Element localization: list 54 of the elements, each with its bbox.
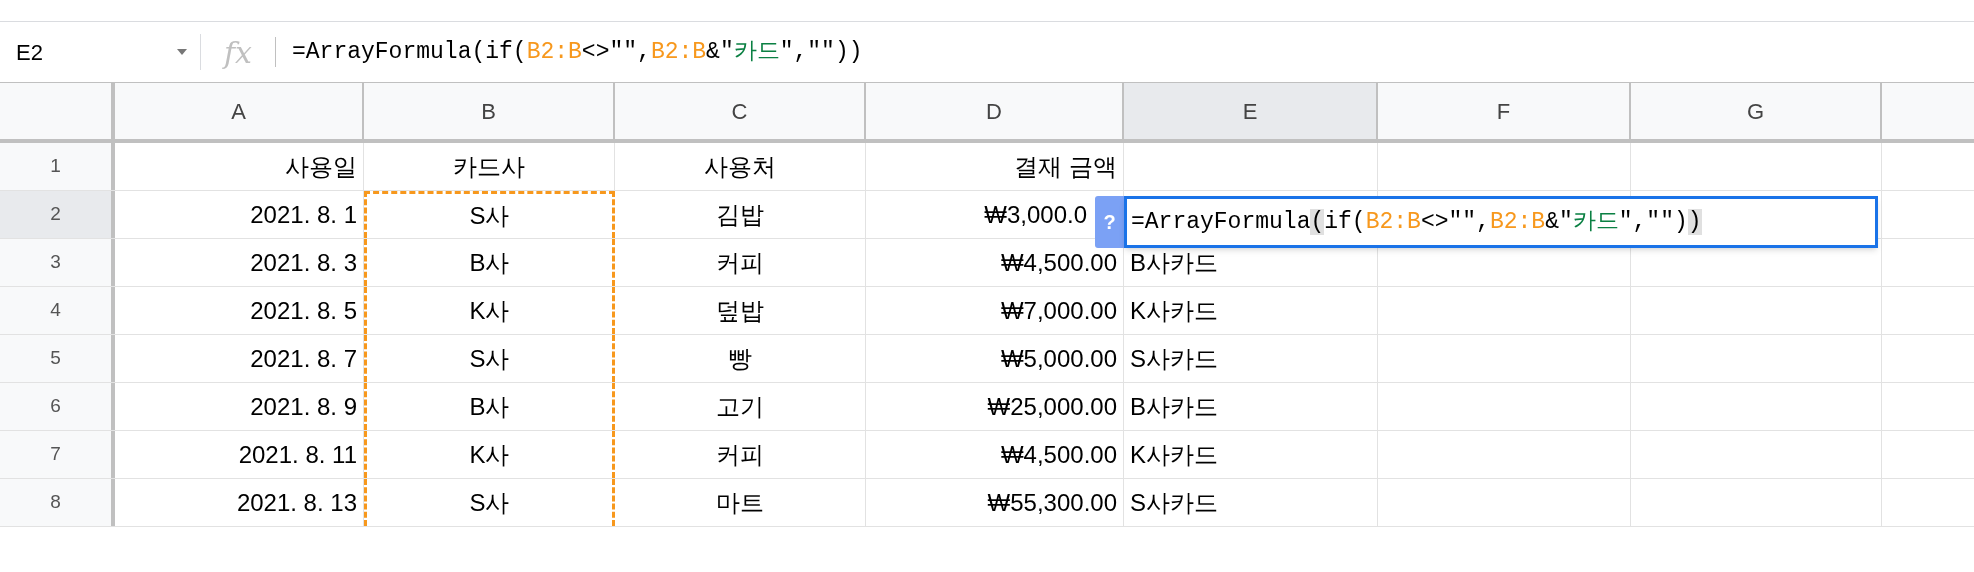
cell-text: 마트: [716, 487, 764, 518]
row-header[interactable]: 8: [0, 479, 115, 526]
cell-text: 덮밥: [716, 295, 764, 326]
cell-text: 커피: [716, 439, 764, 470]
cell-text: 결재 금액: [1014, 151, 1117, 182]
cell-text: S사: [469, 487, 510, 518]
cell-editor[interactable]: =ArrayFormula(if(B2:B<>"",B2:B&"카드","")): [1124, 196, 1878, 248]
cell-text: S사카드: [1130, 343, 1218, 374]
cell-text: ₩25,000.00: [987, 391, 1117, 422]
cell-text: 김밥: [716, 199, 764, 230]
cell-text: K사카드: [1130, 295, 1218, 326]
row-header[interactable]: 6: [0, 383, 115, 430]
cell-text: 2021. 8. 7: [250, 343, 357, 374]
cell-text: S사: [469, 201, 510, 231]
cell-text: 2021. 8. 3: [250, 247, 357, 278]
cell-text: 사용일: [285, 151, 357, 182]
cell-text: 사용처: [704, 151, 776, 182]
cell-text: 빵: [728, 343, 752, 374]
cell-text: 2021. 8. 11: [238, 439, 357, 470]
cell-text: B사: [469, 247, 510, 278]
cell-text: ₩7,000.00: [1000, 295, 1117, 326]
cell-text: ₩3,000.0: [984, 199, 1087, 230]
cell-text: 고기: [716, 391, 764, 422]
cell-text: K사: [469, 439, 510, 470]
cell-text: 카드사: [453, 151, 525, 182]
editor-formula-text: =ArrayFormula(if(B2:B<>"",B2:B&"카드","")): [1131, 207, 1702, 237]
row-header[interactable]: 4: [0, 287, 115, 334]
cell-text: 2021. 8. 1: [250, 199, 357, 230]
cell-text: ₩4,500.00: [1000, 247, 1117, 278]
cell-text: ₩4,500.00: [1000, 439, 1117, 470]
row-header[interactable]: 7: [0, 431, 115, 478]
row-header[interactable]: 3: [0, 239, 115, 286]
cell-text: 2021. 8. 5: [250, 295, 357, 326]
formula-text: =ArrayFormula(if(B2:B<>"",B2:B&"카드","")): [292, 37, 863, 67]
formula-input[interactable]: =ArrayFormula(if(B2:B<>"",B2:B&"카드","")): [292, 22, 1974, 82]
cell-text: 커피: [716, 247, 764, 278]
cell-text: K사: [469, 295, 510, 326]
row-header[interactable]: 2: [0, 191, 115, 238]
cell-text: B사카드: [1130, 247, 1218, 278]
cell-text: 2021. 8. 13: [236, 487, 357, 518]
row-header[interactable]: 5: [0, 335, 115, 382]
column-header[interactable]: E: [1124, 83, 1378, 139]
fx-label: fx: [221, 33, 253, 72]
cell-text: K사카드: [1130, 439, 1218, 470]
row-header[interactable]: 1: [0, 143, 115, 190]
name-box[interactable]: E2: [0, 22, 200, 82]
cell-text: ₩55,300.00: [987, 487, 1117, 518]
dropdown-caret-icon: [176, 48, 188, 56]
cell-text: B사: [469, 391, 510, 422]
cell-text: S사카드: [1130, 487, 1218, 518]
cell-text: S사: [469, 343, 510, 374]
cell-text: B사카드: [1130, 391, 1218, 422]
cell-text: 2021. 8. 9: [250, 391, 357, 422]
cell-text: ₩5,000.00: [1000, 343, 1117, 374]
